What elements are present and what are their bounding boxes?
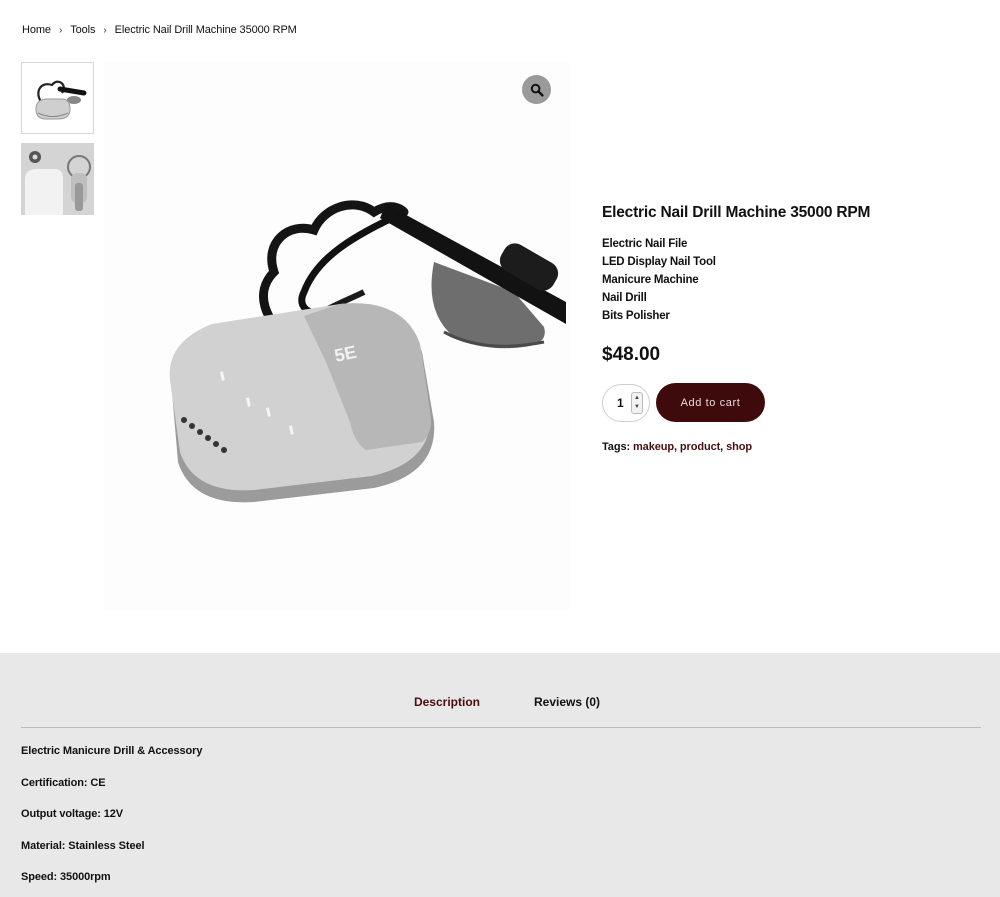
product-thumbnail-2[interactable] (21, 143, 94, 215)
add-to-cart-form: 1 ▲ ▼ Add to cart (602, 383, 765, 422)
product-tags: Tags: makeup, product, shop (602, 441, 752, 453)
description-line: Electric Manicure Drill & Accessory (21, 745, 203, 757)
product-title: Electric Nail Drill Machine 35000 RPM (602, 204, 871, 221)
tabs-divider (21, 727, 981, 728)
tab-reviews[interactable]: Reviews (0) (520, 695, 600, 709)
feature-item: Nail Drill (602, 292, 647, 304)
breadcrumb-separator: › (103, 24, 107, 36)
breadcrumb-current: Electric Nail Drill Machine 35000 RPM (114, 24, 297, 36)
nail-drill-machine-image: 5E (169, 200, 566, 503)
feature-item: Manicure Machine (602, 274, 699, 286)
description-line: Output voltage: 12V (21, 808, 123, 820)
breadcrumb-separator: › (58, 24, 63, 36)
tab-description[interactable]: Description (400, 695, 480, 709)
product-tabs-section: Description Reviews (0) Electric Manicur… (0, 653, 1000, 897)
tags-label: Tags: (602, 441, 631, 453)
product-price: $48.00 (602, 344, 661, 365)
chevron-up-icon[interactable]: ▲ (634, 394, 640, 403)
feature-item: Bits Polisher (602, 310, 670, 322)
feature-list: Electric Nail File LED Display Nail Tool… (602, 235, 982, 325)
product-tabs: Description Reviews (0) (0, 695, 1000, 709)
quantity-stepper[interactable]: 1 ▲ ▼ (602, 383, 650, 422)
drill-thumbnail-image (35, 80, 87, 120)
quantity-input[interactable]: 1 (617, 396, 624, 410)
product-summary: Electric Nail Drill Machine 35000 RPM El… (602, 204, 982, 366)
description-panel: Electric Manicure Drill & Accessory Cert… (21, 745, 921, 897)
drill-thumbnail-image (21, 143, 94, 215)
tag-link-shop[interactable]: shop (726, 441, 752, 453)
description-line: Speed: 35000rpm (21, 871, 111, 883)
zoom-button[interactable] (522, 75, 551, 104)
tag-link-product[interactable]: product (680, 441, 720, 453)
magnifier-icon (530, 83, 544, 97)
quantity-spinner[interactable]: ▲ ▼ (631, 391, 643, 414)
breadcrumb-home[interactable]: Home (22, 24, 51, 36)
feature-item: Electric Nail File (602, 238, 688, 250)
description-line: Material: Stainless Steel (21, 839, 145, 852)
breadcrumb-tools[interactable]: Tools (70, 24, 95, 36)
product-main-image[interactable]: 5E (104, 62, 570, 610)
product-thumbnail-1[interactable] (21, 62, 94, 134)
tag-link-makeup[interactable]: makeup (633, 441, 674, 453)
description-line: Certification: CE (21, 776, 106, 789)
breadcrumb: Home › Tools › Electric Nail Drill Machi… (22, 24, 297, 36)
add-to-cart-button[interactable]: Add to cart (656, 383, 765, 422)
feature-item: LED Display Nail Tool (602, 256, 716, 268)
chevron-down-icon[interactable]: ▼ (634, 403, 640, 412)
